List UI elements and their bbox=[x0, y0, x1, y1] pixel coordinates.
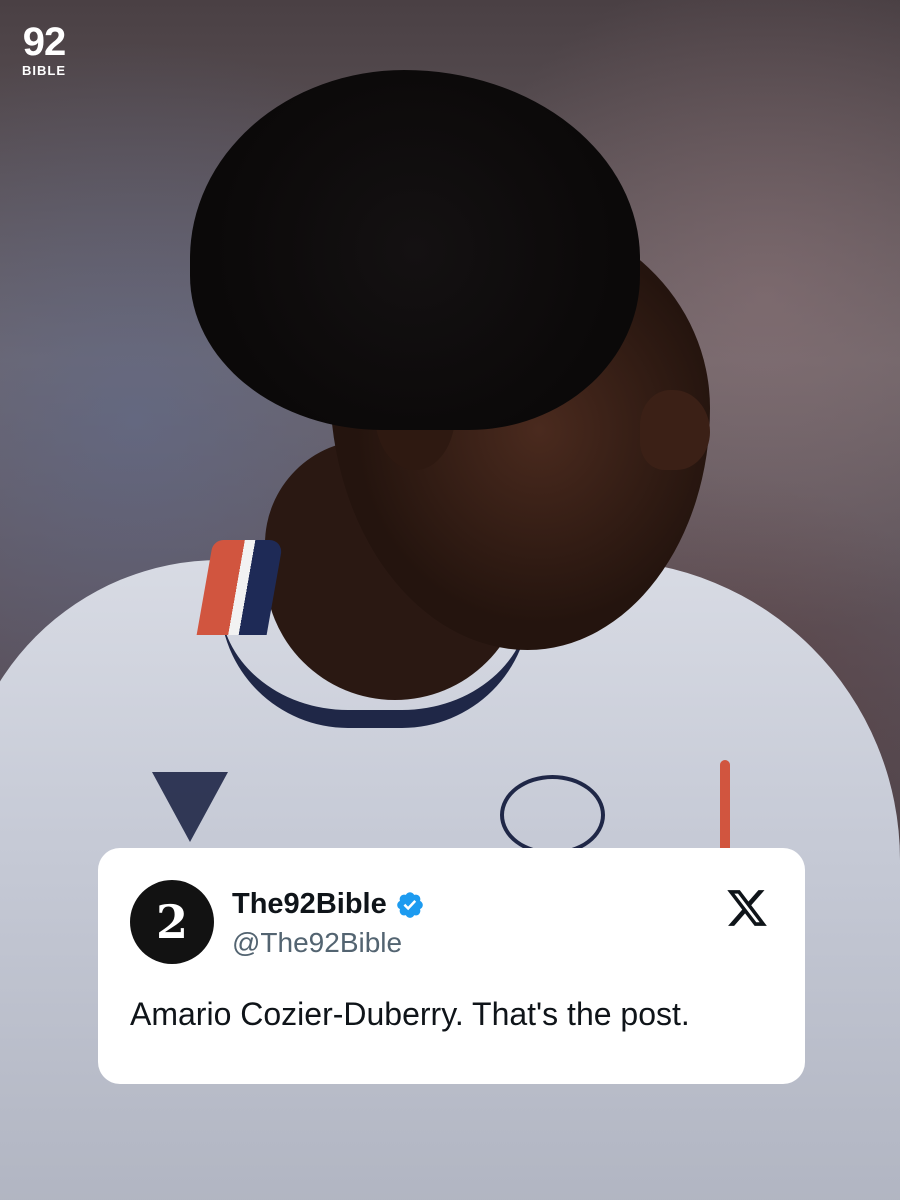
verified-badge-icon bbox=[396, 891, 423, 918]
player-hair bbox=[190, 70, 640, 430]
avatar[interactable]: 2 bbox=[130, 880, 214, 964]
handle[interactable]: @The92Bible bbox=[232, 927, 425, 959]
kit-manufacturer-logo bbox=[152, 772, 228, 842]
brand-logo: 92 BIBLE bbox=[22, 22, 66, 77]
avatar-glyph: 2 bbox=[155, 895, 188, 949]
player-nose bbox=[640, 390, 710, 470]
display-name-row: The92Bible bbox=[232, 888, 425, 921]
x-logo-icon[interactable] bbox=[725, 886, 769, 930]
tweet-text: Amario Cozier-Duberry. That's the post. bbox=[130, 996, 690, 1032]
brand-logo-word: BIBLE bbox=[22, 63, 66, 78]
tweet-card: 2 The92Bible @The92Bible Amario Cozier-D… bbox=[98, 848, 805, 1084]
tweet-header: 2 The92Bible @The92Bible bbox=[130, 880, 773, 964]
author-names: The92Bible @The92Bible bbox=[232, 888, 425, 959]
display-name[interactable]: The92Bible bbox=[232, 888, 387, 921]
club-crest bbox=[500, 775, 605, 855]
brand-logo-number: 92 bbox=[22, 20, 67, 64]
